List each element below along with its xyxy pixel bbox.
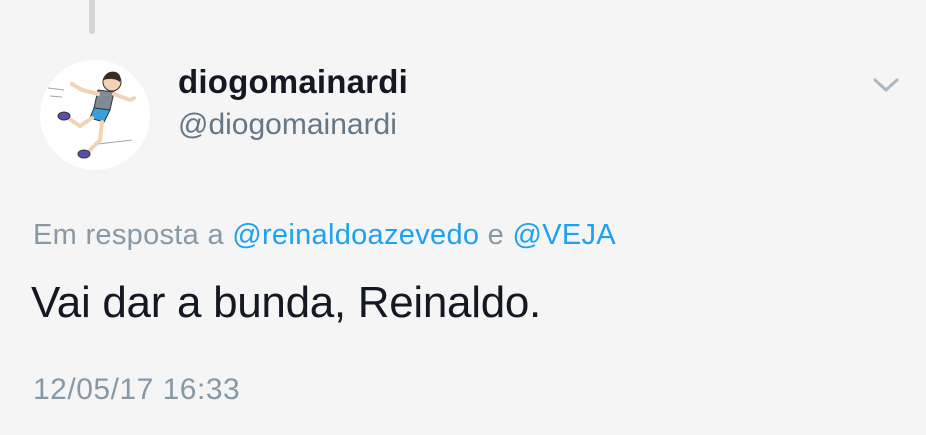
mention-link-reinaldoazevedo[interactable]: @reinaldoazevedo — [232, 219, 479, 251]
tweet-card: diogomainardi @diogomainardi Em resposta… — [0, 0, 926, 435]
reply-prefix: Em resposta a — [33, 219, 233, 251]
avatar[interactable] — [40, 60, 150, 170]
reply-context: Em resposta a @reinaldoazevedo e @VEJA — [33, 219, 616, 252]
mention-link-veja[interactable]: @VEJA — [512, 219, 615, 251]
tweet-timestamp[interactable]: 12/05/17 16:33 — [33, 373, 240, 407]
chevron-down-icon[interactable] — [868, 70, 904, 100]
reply-joiner: e — [479, 219, 513, 251]
author-handle[interactable]: @diogomainardi — [178, 108, 397, 142]
tweet-text: Vai dar a bunda, Reinaldo. — [31, 278, 541, 327]
author-display-name[interactable]: diogomainardi — [178, 63, 408, 101]
thread-connector-line — [89, 0, 95, 34]
cartoon-runner-avatar-icon — [47, 71, 136, 159]
